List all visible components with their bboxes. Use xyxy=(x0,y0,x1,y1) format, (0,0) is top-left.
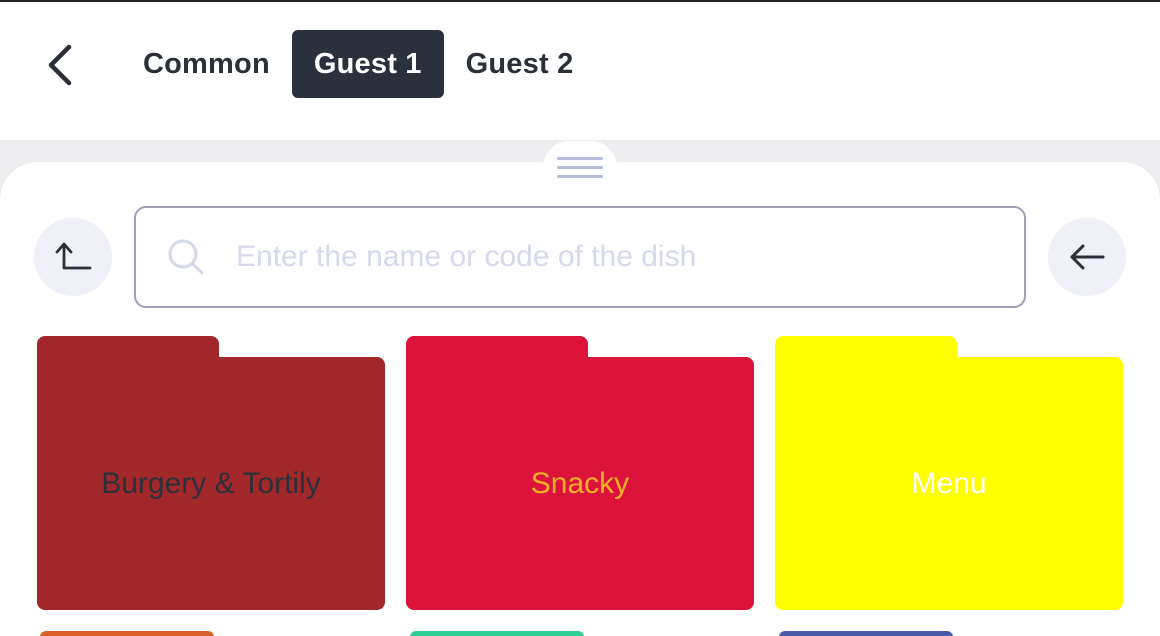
handle-line xyxy=(557,165,603,169)
tab-guest-1[interactable]: Guest 1 xyxy=(291,30,444,98)
tab-guest-2[interactable]: Guest 2 xyxy=(449,30,591,98)
folder-label: Burgery & Tortily xyxy=(37,357,385,610)
back-button[interactable] xyxy=(34,36,86,94)
folder-label: Menu xyxy=(775,357,1123,610)
header-bar: Common Guest 1 Guest 2 xyxy=(0,2,1160,140)
search-input[interactable] xyxy=(236,240,996,274)
folder-tile[interactable]: Menu xyxy=(775,336,1123,610)
app-screen: Common Guest 1 Guest 2 Bu xyxy=(0,0,1160,636)
arrow-up-level-icon xyxy=(55,242,92,270)
drag-handle[interactable] xyxy=(543,141,617,193)
folder-tile[interactable]: Snacky xyxy=(406,336,754,610)
handle-line xyxy=(557,174,603,178)
search-icon xyxy=(166,237,206,277)
folder-tile-partial[interactable] xyxy=(410,631,584,636)
handle-line xyxy=(557,156,603,160)
tab-common[interactable]: Common xyxy=(126,30,287,98)
arrow-left-icon xyxy=(1070,244,1105,270)
folder-tile[interactable]: Burgery & Tortily xyxy=(37,336,385,610)
folder-tile-partial[interactable] xyxy=(40,631,214,636)
chevron-left-icon xyxy=(48,44,72,86)
dish-search-field[interactable] xyxy=(134,206,1026,308)
up-level-button[interactable] xyxy=(34,218,112,296)
guest-tabs: Common Guest 1 Guest 2 xyxy=(126,29,590,99)
back-arrow-button[interactable] xyxy=(1048,218,1126,296)
folder-tile-partial[interactable] xyxy=(779,631,953,636)
folder-label: Snacky xyxy=(406,357,754,610)
